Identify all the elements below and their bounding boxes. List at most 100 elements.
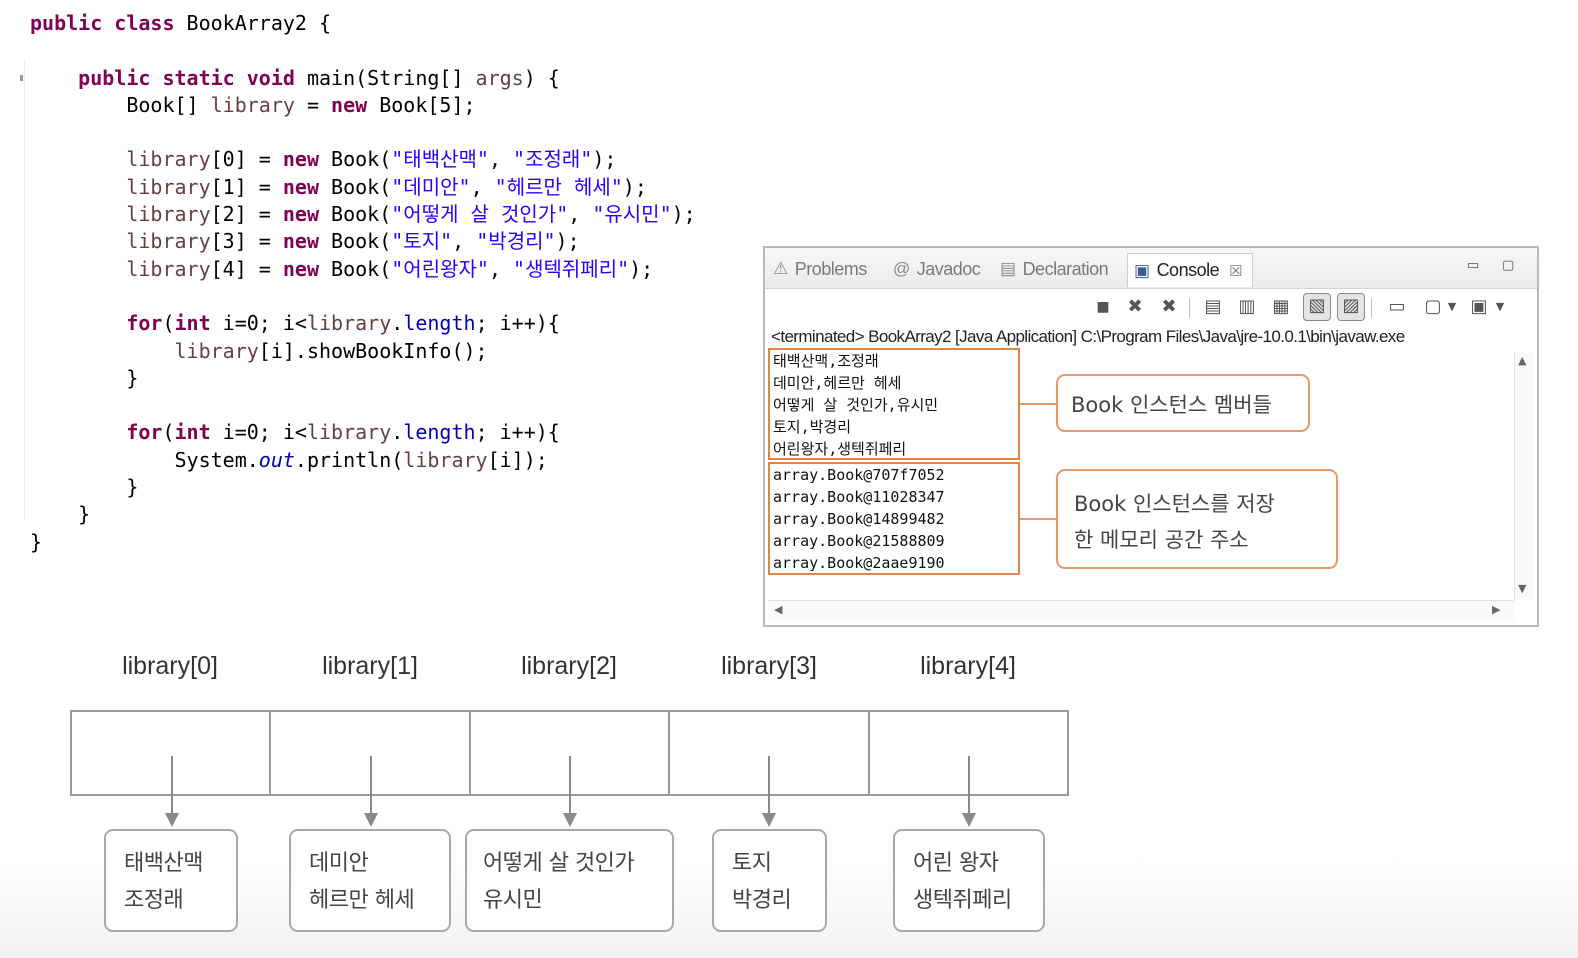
close-icon[interactable]: ☒ — [1229, 262, 1242, 280]
book-author: 생텍쥐페리 — [913, 888, 1012, 913]
book-instance: 어떻게 살 것인가 유시민 — [465, 829, 674, 932]
code-token: , — [568, 202, 593, 227]
horizontal-scrollbar[interactable]: ◀ ▶ — [768, 600, 1514, 621]
console-output-line: 토지,박경리 — [773, 418, 852, 436]
code-token: , — [470, 174, 495, 199]
arrow-head — [962, 813, 976, 827]
code-token: library — [126, 256, 211, 281]
fold-marker[interactable] — [20, 75, 23, 81]
console-output-line: 어떻게 살 것인가,유시민 — [773, 396, 939, 414]
tab-label: Console — [1156, 260, 1220, 280]
code-token: Book[] — [30, 92, 211, 117]
code-token: ( — [162, 420, 175, 445]
terminate-icon[interactable]: ■ — [1091, 295, 1115, 319]
show-on-stderr-icon[interactable]: ▨ — [1337, 293, 1365, 321]
code-token: [3] = — [210, 229, 283, 254]
pin-console-icon[interactable]: ▭ — [1385, 295, 1409, 319]
code-token: } — [30, 475, 139, 500]
arrow-head — [762, 813, 776, 827]
code-token: library — [306, 311, 392, 336]
minimize-button[interactable]: ▭ — [1467, 258, 1483, 273]
code-token: "토지" — [391, 229, 453, 254]
code-token: library — [403, 447, 488, 472]
scroll-up-icon[interactable]: ▲ — [1518, 354, 1526, 367]
code-token: ); — [555, 229, 580, 254]
chevron-down-icon[interactable]: ▼ — [1445, 295, 1459, 319]
code-token: ( — [162, 311, 175, 336]
reference-arrow — [370, 756, 372, 814]
console-output-line: 어린왕자,생텍쥐페리 — [773, 440, 907, 458]
code-token: [0] = — [210, 147, 283, 172]
book-author: 유시민 — [483, 888, 543, 913]
maximize-button[interactable]: ▢ — [1502, 258, 1518, 273]
book-author: 박경리 — [732, 888, 792, 913]
book-instance: 토지 박경리 — [712, 829, 827, 932]
code-token: new — [282, 147, 332, 172]
arrow-head — [364, 813, 378, 827]
book-title: 토지 — [732, 851, 772, 876]
book-title: 데미안 — [309, 851, 369, 876]
code-token: "유시민" — [592, 202, 672, 227]
problems-icon: ⚠ — [773, 259, 788, 278]
index-label: library[2] — [521, 652, 617, 680]
clear-console-icon[interactable]: ▤ — [1201, 295, 1225, 319]
code-line: Book[] library = new Book[5]; — [30, 92, 790, 119]
console-icon: ▣ — [1134, 260, 1150, 280]
code-editor[interactable]: public class BookArray2 { public static … — [30, 10, 790, 556]
scroll-lock-icon[interactable]: ▥ — [1235, 295, 1259, 319]
code-token: ; i++){ — [475, 420, 560, 445]
console-output-line: array.Book@21588809 — [773, 532, 945, 550]
tab-console[interactable]: ▣ Console ☒ — [1127, 253, 1254, 287]
console-toolbar: ■ ✖ ✖ ▤ ▥ ▦ ▧ ▨ ▭ ▢ ▼ ▣ ▼ — [765, 289, 1537, 327]
open-console-icon[interactable]: ▣ — [1467, 295, 1491, 319]
code-token: ); — [629, 256, 654, 281]
index-label: library[0] — [122, 652, 218, 680]
toolbar-separator — [1371, 298, 1372, 318]
code-token: library — [174, 338, 259, 363]
index-label: library[3] — [721, 652, 817, 680]
code-token: .println( — [294, 447, 404, 472]
code-line: } — [30, 365, 790, 392]
declaration-icon: ▤ — [1000, 259, 1016, 278]
chevron-down-icon[interactable]: ▼ — [1493, 295, 1507, 319]
code-token: "어린왕자" — [391, 256, 489, 281]
code-token: Book( — [331, 147, 392, 172]
code-token: , — [488, 147, 514, 172]
remove-launch-icon[interactable]: ✖ — [1123, 295, 1147, 319]
show-on-stdout-icon[interactable]: ▧ — [1303, 293, 1331, 321]
code-token: . — [391, 311, 404, 336]
vertical-scrollbar[interactable]: ▲ ▼ — [1514, 352, 1534, 600]
code-token: library — [126, 174, 211, 199]
word-wrap-icon[interactable]: ▦ — [1269, 295, 1293, 319]
code-token: new — [282, 229, 332, 254]
output-members-box: 태백산맥,조정래 데미안,헤르만 헤세 어떻게 살 것인가,유시민 토지,박경리… — [768, 348, 1020, 460]
code-token: new — [282, 174, 332, 199]
view-tab-bar: ⚠ Problems @ Javadoc ▤ Declaration ▣ Con… — [765, 248, 1537, 289]
scroll-down-icon[interactable]: ▼ — [1518, 582, 1526, 595]
tab-javadoc[interactable]: @ Javadoc — [893, 254, 981, 284]
code-token: "태백산맥" — [391, 147, 489, 172]
code-token: i=0; i< — [222, 420, 307, 445]
display-console-icon[interactable]: ▢ — [1421, 295, 1445, 319]
book-instance: 태백산맥 조정래 — [104, 829, 238, 932]
code-token: library — [210, 92, 295, 117]
code-line: } — [30, 474, 790, 501]
console-status: <terminated> BookArray2 [Java Applicatio… — [771, 327, 1405, 346]
reference-arrow — [171, 756, 173, 814]
editor-gutter — [24, 60, 25, 520]
callout-text: 한 메모리 공간 주소 — [1074, 528, 1249, 552]
reference-arrow — [968, 756, 970, 814]
tab-label: Javadoc — [916, 258, 981, 279]
code-token: "데미안" — [391, 174, 471, 199]
scroll-right-icon[interactable]: ▶ — [1492, 603, 1500, 616]
code-line: library[i].showBookInfo(); — [30, 338, 790, 365]
remove-all-terminated-icon[interactable]: ✖ — [1157, 295, 1181, 319]
code-token: } — [30, 365, 139, 390]
scroll-left-icon[interactable]: ◀ — [774, 603, 782, 616]
tab-problems[interactable]: ⚠ Problems — [773, 254, 867, 284]
tab-declaration[interactable]: ▤ Declaration — [1000, 254, 1109, 284]
